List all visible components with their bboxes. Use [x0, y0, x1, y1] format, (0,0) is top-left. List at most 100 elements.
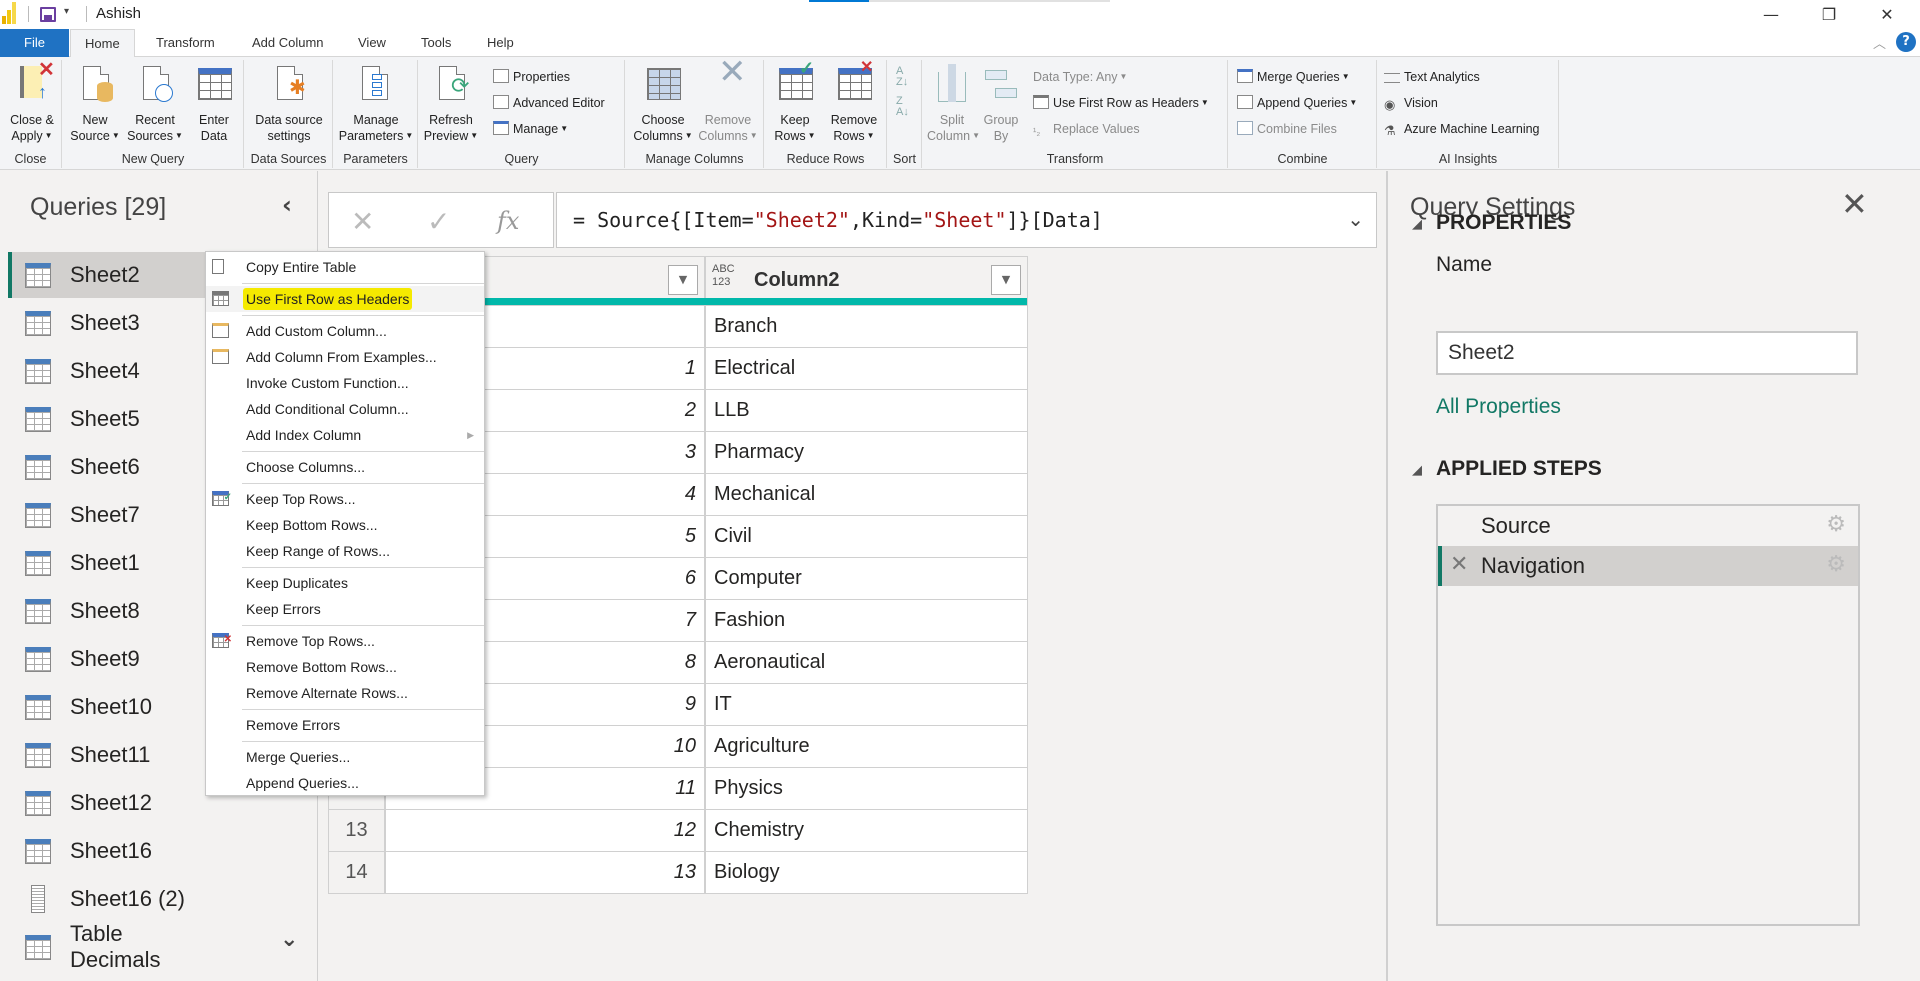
tab-tools[interactable]: Tools [407, 29, 465, 57]
menu-item-choose-columns[interactable]: Choose Columns... [206, 454, 484, 480]
tab-file[interactable]: File [0, 29, 69, 57]
properties-button[interactable]: Properties [493, 67, 570, 87]
collapse-properties-icon[interactable]: ◢ [1412, 217, 1422, 232]
cell-column2[interactable]: Electrical [705, 348, 1028, 390]
tab-help[interactable]: Help [473, 29, 528, 57]
menu-item-remove-top-rows[interactable]: ✕ Remove Top Rows... [206, 628, 484, 654]
cell-column2[interactable]: Computer [705, 558, 1028, 600]
query-name-input[interactable] [1436, 331, 1858, 375]
manage-parameters-button[interactable]: Manage Parameters ▼ [336, 64, 416, 144]
menu-item-copy-entire-table[interactable]: Copy Entire Table [206, 254, 484, 280]
column-filter-button[interactable]: ▼ [991, 265, 1021, 295]
tab-add-column[interactable]: Add Column [238, 29, 338, 57]
all-properties-link[interactable]: All Properties [1436, 395, 1561, 419]
menu-item-remove-alternate-rows[interactable]: Remove Alternate Rows... [206, 680, 484, 706]
formula-bar[interactable]: = Source{[Item="Sheet2",Kind="Sheet"]}[D… [556, 192, 1377, 248]
fx-icon[interactable]: fx [497, 207, 519, 235]
query-item[interactable]: Table Decimals [8, 921, 204, 972]
collapse-queries-icon[interactable]: ‹ [282, 191, 292, 219]
keep-rows-button[interactable]: ✓ Keep Rows ▼ [769, 59, 821, 144]
row-number[interactable]: 14 [328, 852, 385, 894]
applied-step[interactable]: Source ⚙ [1438, 506, 1858, 546]
help-icon[interactable]: ? [1896, 32, 1916, 52]
commit-formula-icon[interactable]: ✓ [427, 205, 450, 238]
cell-column2[interactable]: Aeronautical [705, 642, 1028, 684]
text-analytics-button[interactable]: Text Analytics [1384, 67, 1480, 87]
cell-column2[interactable]: Pharmacy [705, 432, 1028, 474]
tab-transform[interactable]: Transform [142, 29, 229, 57]
query-item[interactable]: Sheet9 [8, 636, 204, 682]
remove-columns-button[interactable]: ✕ Remove Columns ▼ [696, 55, 760, 144]
menu-item-add-index-column[interactable]: Add Index Column ▶ [206, 422, 484, 448]
group-by-button[interactable]: Group By [979, 64, 1023, 144]
cell-column2[interactable]: Fashion [705, 600, 1028, 642]
collapse-applied-steps-icon[interactable]: ◢ [1412, 463, 1422, 478]
formula-text[interactable]: = Source{[Item="Sheet2",Kind="Sheet"]}[D… [573, 208, 1103, 232]
data-source-settings-button[interactable]: ✱ Data source settings [247, 64, 331, 144]
cell-column2[interactable]: Mechanical [705, 474, 1028, 516]
maximize-button[interactable]: ❐ [1800, 0, 1858, 29]
cell-column1[interactable]: 12 [385, 810, 705, 852]
cell-column1[interactable]: 13 [385, 852, 705, 894]
query-item[interactable]: Sheet12 [8, 780, 204, 826]
query-item[interactable]: Sheet11 [8, 732, 204, 778]
sort-ascending-button[interactable]: A Z↓ [896, 66, 908, 90]
menu-item-append-queries[interactable]: Append Queries... [206, 770, 484, 796]
cell-column2[interactable]: IT [705, 684, 1028, 726]
menu-item-remove-bottom-rows[interactable]: Remove Bottom Rows... [206, 654, 484, 680]
quick-access-dropdown-icon[interactable]: ▾ [64, 6, 69, 17]
refresh-preview-button[interactable]: ⟳ Refresh Preview ▼ [423, 64, 479, 144]
query-item[interactable]: Sheet1 [8, 540, 204, 586]
menu-item-use-first-row-as-headers[interactable]: Use First Row as Headers [206, 286, 484, 312]
tab-view[interactable]: View [344, 29, 400, 57]
menu-item-merge-queries[interactable]: Merge Queries... [206, 744, 484, 770]
cell-column2[interactable]: Biology [705, 852, 1028, 894]
cell-column2[interactable]: Civil [705, 516, 1028, 558]
cell-column2[interactable]: Chemistry [705, 810, 1028, 852]
query-item[interactable]: Sheet16 [8, 828, 204, 874]
merge-queries-button[interactable]: Merge Queries ▼ [1237, 67, 1350, 87]
cell-column2[interactable]: Branch [705, 306, 1028, 348]
advanced-editor-button[interactable]: Advanced Editor [493, 93, 605, 113]
query-item[interactable]: Sheet6 [8, 444, 204, 490]
manage-button[interactable]: Manage ▼ [493, 119, 568, 139]
menu-item-keep-range-of-rows[interactable]: Keep Range of Rows... [206, 538, 484, 564]
expand-formula-icon[interactable]: ⌄ [1347, 207, 1364, 231]
query-item[interactable]: Sheet5 [8, 396, 204, 442]
sort-descending-button[interactable]: Z A↓ [896, 96, 909, 120]
cell-column2[interactable]: Physics [705, 768, 1028, 810]
cell-column2[interactable]: LLB [705, 390, 1028, 432]
data-type-dropdown[interactable]: Data Type: Any ▼ [1033, 67, 1127, 87]
use-first-row-as-headers-button[interactable]: Use First Row as Headers ▼ [1033, 93, 1209, 113]
append-queries-button[interactable]: Append Queries ▼ [1237, 93, 1357, 113]
menu-item-add-custom-column[interactable]: Add Custom Column... [206, 318, 484, 344]
vision-button[interactable]: ◉ Vision [1384, 93, 1438, 113]
column-filter-button[interactable]: ▼ [668, 265, 698, 295]
query-item[interactable]: Sheet7 [8, 492, 204, 538]
query-item[interactable]: Sheet3 [8, 300, 204, 346]
menu-item-keep-bottom-rows[interactable]: Keep Bottom Rows... [206, 512, 484, 538]
minimize-button[interactable]: — [1742, 0, 1800, 29]
menu-item-keep-errors[interactable]: Keep Errors [206, 596, 484, 622]
collapse-ribbon-icon[interactable]: ︿ [1873, 33, 1886, 52]
azure-ml-button[interactable]: ⚗ Azure Machine Learning [1384, 119, 1540, 139]
applied-step[interactable]: ✕ Navigation ⚙ [1438, 546, 1858, 586]
query-item[interactable]: Sheet10 [8, 684, 204, 730]
choose-columns-button[interactable]: Choose Columns ▼ [630, 64, 696, 144]
query-item[interactable]: Sheet2 [8, 252, 206, 298]
query-item[interactable]: Sheet4 [8, 348, 204, 394]
split-column-button[interactable]: Split Column ▼ [927, 64, 980, 144]
cell-column2[interactable]: Agriculture [705, 726, 1028, 768]
menu-item-keep-top-rows[interactable]: ✓ Keep Top Rows... [206, 486, 484, 512]
new-source-button[interactable]: New Source ▼ [69, 64, 121, 144]
gear-icon[interactable]: ⚙ [1826, 511, 1846, 537]
cancel-formula-icon[interactable]: ✕ [351, 205, 374, 238]
close-window-button[interactable]: ✕ [1858, 0, 1916, 29]
close-apply-button[interactable]: ✕ ↑ Close & Apply ▼ [4, 60, 60, 144]
menu-item-invoke-custom-function[interactable]: Invoke Custom Function... [206, 370, 484, 396]
tab-home[interactable]: Home [70, 29, 135, 58]
menu-item-add-column-from-examples[interactable]: Add Column From Examples... [206, 344, 484, 370]
type-any-icon[interactable]: ABC 123 [712, 263, 735, 289]
query-item[interactable]: Sheet8 [8, 588, 204, 634]
delete-step-icon[interactable]: ✕ [1450, 551, 1468, 577]
